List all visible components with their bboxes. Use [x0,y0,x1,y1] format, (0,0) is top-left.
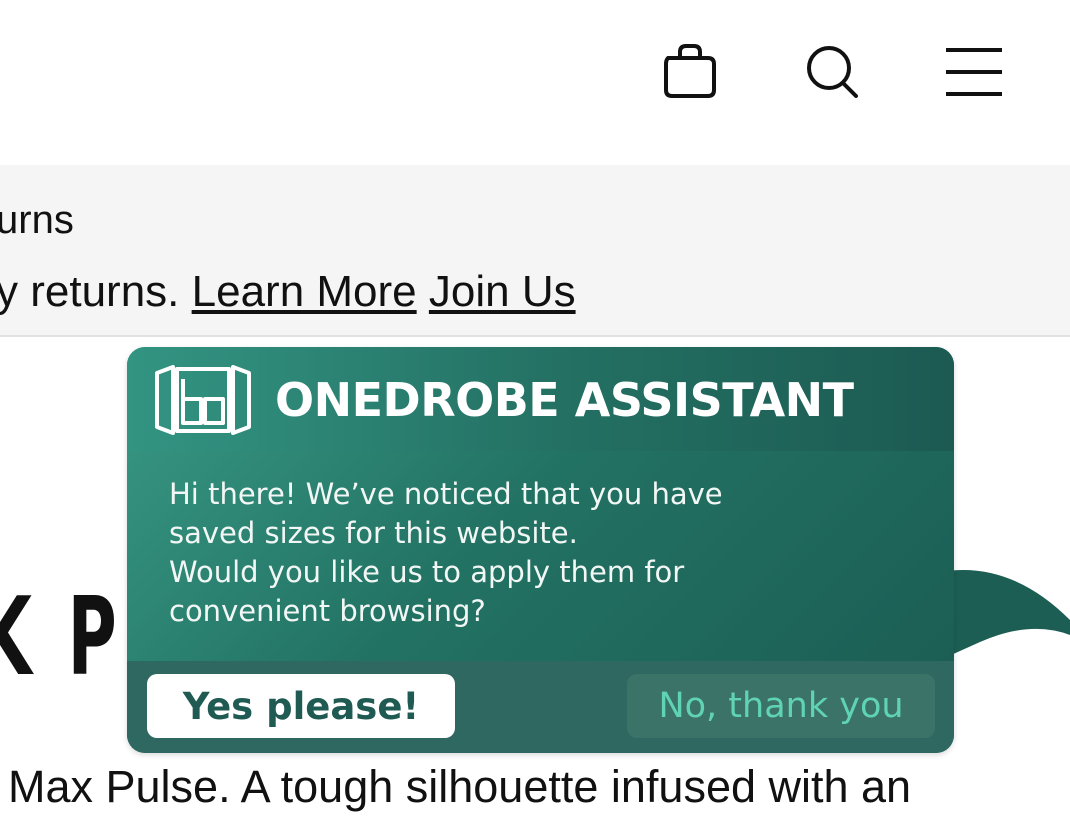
wardrobe-icon [155,365,251,435]
search-icon[interactable] [800,40,864,104]
banner-text: y returns. Learn More Join Us [0,266,576,318]
popup-message-line: saved sizes for this website. [169,516,578,550]
banner-text-prefix: y returns. [0,267,192,316]
assistant-popup: ONEDROBE ASSISTANT Hi there! We’ve notic… [127,347,954,753]
yes-please-button[interactable]: Yes please! [147,674,455,738]
popup-message: Hi there! We’ve noticed that you have sa… [169,475,909,631]
product-title: K P [0,575,123,700]
popup-tail-shape [940,570,1070,660]
learn-more-link[interactable]: Learn More [192,267,417,316]
popup-message-line: Would you like us to apply them for [169,555,685,589]
popup-footer: Yes please! No, thank you [127,661,954,753]
shopping-bag-icon[interactable] [658,40,722,104]
no-thank-you-button[interactable]: No, thank you [627,674,935,738]
popup-message-line: convenient browsing? [169,594,486,628]
site-header [0,0,1070,165]
popup-message-line: Hi there! We’ve noticed that you have [169,477,723,511]
product-description: Max Pulse. A tough silhouette infused wi… [8,761,912,812]
banner-heading: urns [0,198,74,242]
popup-title: ONEDROBE ASSISTANT [275,373,854,427]
popup-header: ONEDROBE ASSISTANT [127,347,954,451]
join-us-link[interactable]: Join Us [429,267,576,316]
menu-icon[interactable] [942,40,1006,104]
